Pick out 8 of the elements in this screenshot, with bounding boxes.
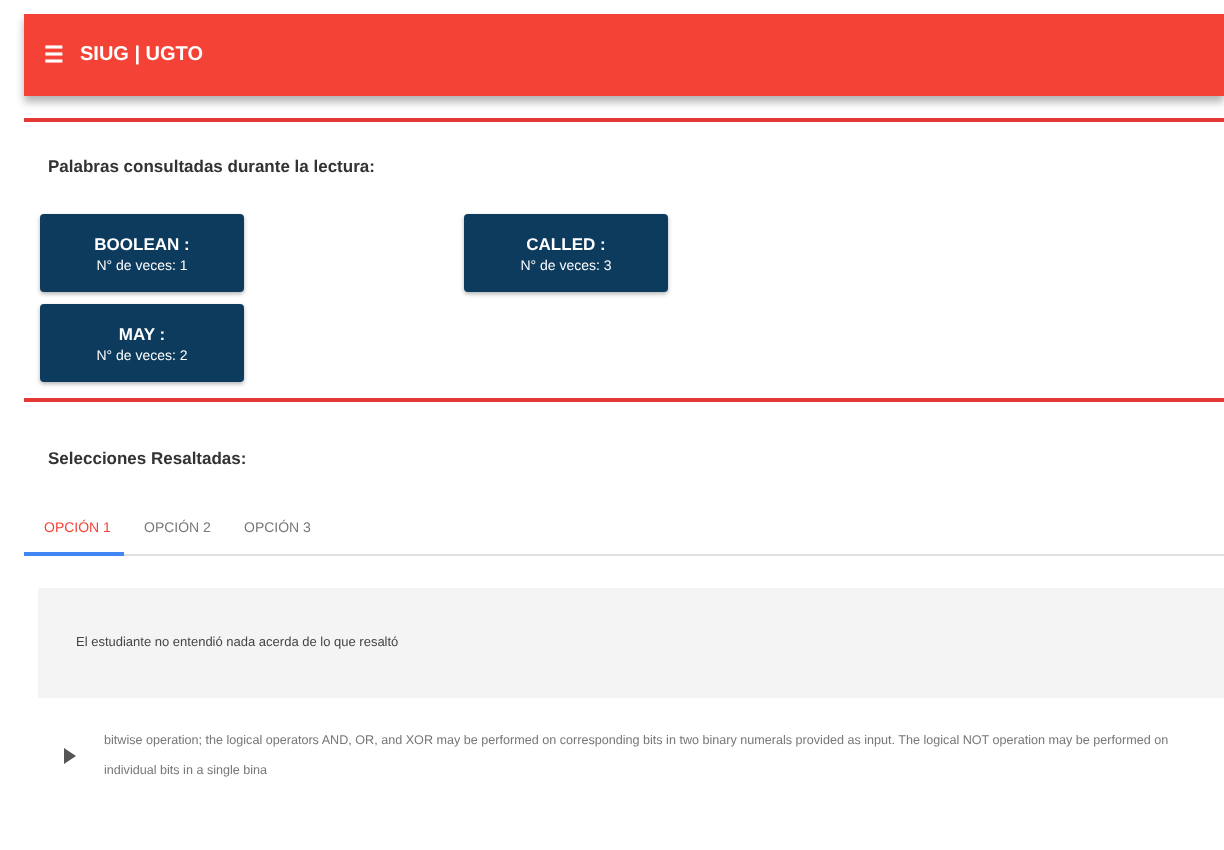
menu-icon[interactable]: ☰ xyxy=(44,42,64,68)
app-title: SIUG | UGTO xyxy=(80,44,204,66)
expand-icon[interactable] xyxy=(64,748,76,764)
word-label: BOOLEAN : xyxy=(94,233,190,253)
section-heading: Selecciones Resaltadas: xyxy=(48,448,249,468)
section-heading: Palabras consultadas durante la lectura: xyxy=(48,156,377,176)
word-label: CALLED : xyxy=(526,233,606,253)
word-label: MAY : xyxy=(118,323,166,343)
